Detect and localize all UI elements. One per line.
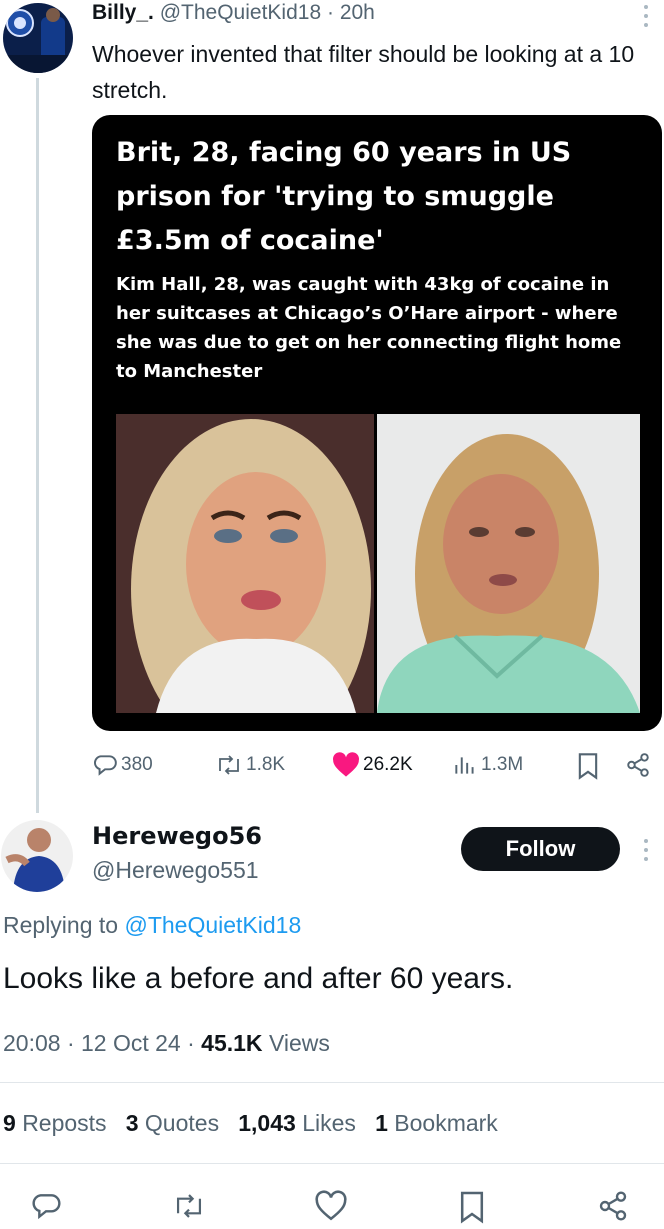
reply-icon xyxy=(94,755,117,776)
news-headline: Brit, 28, facing 60 years in US prison f… xyxy=(116,137,572,256)
quotes-stat[interactable]: 3 Quotes xyxy=(126,1110,219,1136)
likes-stat[interactable]: 1,043 Likes xyxy=(238,1110,356,1136)
quotes-label: Quotes xyxy=(144,1110,220,1136)
bottom-bookmark-button[interactable] xyxy=(458,1190,486,1229)
reposts-stat[interactable]: 9 Reposts xyxy=(3,1110,107,1136)
reply-meta-views-count: 45.1K xyxy=(201,1030,263,1056)
handle[interactable]: @TheQuietKid18 xyxy=(160,1,321,24)
bottom-reply-icon xyxy=(32,1194,61,1220)
follow-button[interactable]: Follow xyxy=(461,827,620,871)
share-action[interactable] xyxy=(625,752,654,778)
repost-action[interactable]: 1.8K xyxy=(215,752,285,778)
replying-to: Replying to @TheQuietKid18 xyxy=(3,912,301,939)
views-icon xyxy=(455,757,474,774)
reply-action[interactable]: 380 xyxy=(92,752,153,778)
reply-stats: 9 Reposts 3 Quotes 1,043 Likes 1 Bookmar… xyxy=(3,1110,498,1137)
like-action[interactable]: 26.2K xyxy=(332,752,413,778)
bookmarks-stat[interactable]: 1 Bookmark xyxy=(375,1110,498,1136)
display-name[interactable]: Billy_. xyxy=(92,1,154,24)
news-subhead: Kim Hall, 28, was caught with 43kg of co… xyxy=(116,274,622,382)
share-icon xyxy=(627,753,649,777)
bookmarks-label: Bookmark xyxy=(394,1110,498,1136)
reply-meta-time[interactable]: 20:08 · 12 Oct 24 · xyxy=(3,1030,195,1056)
bottom-repost-icon xyxy=(176,1194,202,1218)
views-count: 1.3M xyxy=(481,754,524,775)
reply-avatar[interactable] xyxy=(1,820,73,892)
bookmarks-count: 1 xyxy=(375,1110,388,1136)
reply-meta: 20:08 · 12 Oct 24 · 45.1K Views xyxy=(3,1030,330,1057)
repost-icon xyxy=(219,755,239,775)
quotes-count: 3 xyxy=(125,1110,139,1136)
bottom-like-button[interactable] xyxy=(314,1190,348,1227)
reposts-count: 9 xyxy=(3,1110,16,1136)
bottom-heart-icon xyxy=(315,1190,347,1221)
tweet-text: Whoever invented that filter should be l… xyxy=(92,41,635,103)
news-card[interactable]: Brit, 28, facing 60 years in US prison f… xyxy=(92,115,662,731)
repost-count: 1.8K xyxy=(246,754,286,775)
likes-label: Likes xyxy=(302,1110,356,1136)
reply-more-options-icon[interactable] xyxy=(636,836,656,866)
photo-after xyxy=(377,414,640,713)
bookmark-icon xyxy=(578,753,598,780)
more-options-icon[interactable] xyxy=(636,2,656,32)
bottom-reply-button[interactable] xyxy=(30,1190,62,1227)
thread-line xyxy=(36,78,39,813)
replying-to-handle[interactable]: @TheQuietKid18 xyxy=(124,912,301,938)
separator: · xyxy=(326,1,334,24)
avatar[interactable] xyxy=(3,3,73,73)
reply-display-name[interactable]: Herewego56 xyxy=(92,822,262,850)
heart-icon xyxy=(333,752,359,777)
bottom-bookmark-icon xyxy=(460,1191,484,1224)
bottom-share-button[interactable] xyxy=(597,1190,629,1227)
reply-avatar-image xyxy=(1,820,73,892)
like-count: 26.2K xyxy=(363,754,413,775)
timestamp[interactable]: 20h xyxy=(340,1,375,24)
reply-count: 380 xyxy=(121,754,153,775)
divider-bottom xyxy=(0,1163,664,1164)
replying-to-prefix: Replying to xyxy=(3,912,119,938)
likes-count: 1,043 xyxy=(238,1110,296,1136)
reply-text: Looks like a before and after 60 years. xyxy=(3,962,514,995)
photo-before xyxy=(116,414,374,713)
reposts-label: Reposts xyxy=(22,1110,107,1136)
divider-top xyxy=(0,1082,664,1083)
avatar-image xyxy=(3,3,73,73)
reply-meta-views-label: Views xyxy=(268,1030,330,1056)
bottom-share-icon xyxy=(599,1191,627,1221)
bookmark-action[interactable] xyxy=(576,752,603,780)
reply-handle[interactable]: @Herewego551 xyxy=(92,857,259,884)
tweet-header: Billy_. @TheQuietKid18 · 20h xyxy=(92,0,375,26)
bottom-repost-button[interactable] xyxy=(172,1190,206,1227)
views-action[interactable]: 1.3M xyxy=(452,752,523,778)
